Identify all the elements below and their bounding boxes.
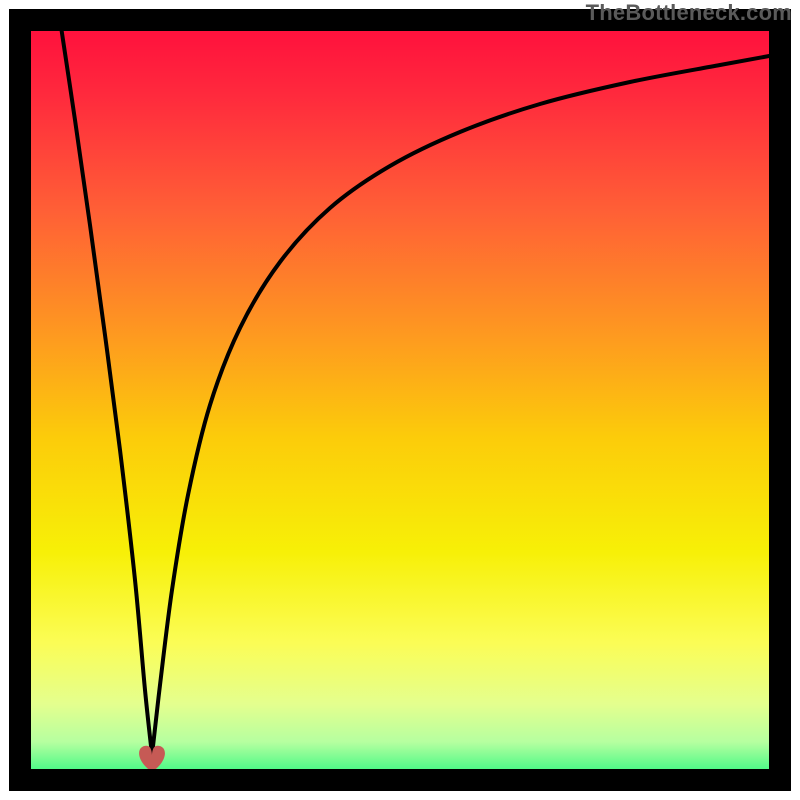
plot-background xyxy=(20,20,780,780)
chart-stage: TheBottleneck.com xyxy=(0,0,800,800)
bottleneck-curve-chart xyxy=(0,0,800,800)
watermark-text: TheBottleneck.com xyxy=(586,0,792,26)
